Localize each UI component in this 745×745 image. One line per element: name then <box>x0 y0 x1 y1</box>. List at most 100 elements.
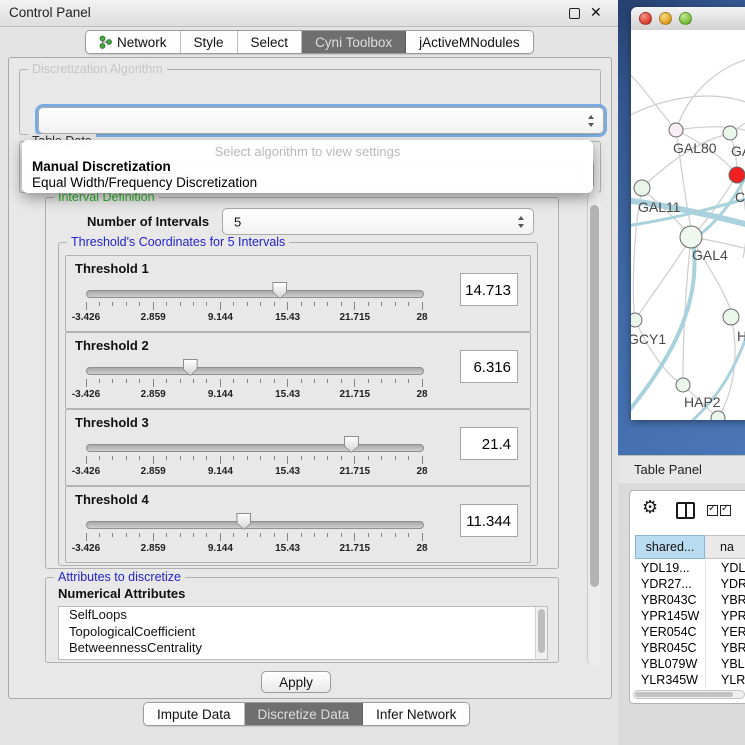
tab-impute-data[interactable]: Impute Data <box>144 703 245 725</box>
network-node-gal11[interactable] <box>634 180 650 196</box>
tab-discretize-data[interactable]: Discretize Data <box>245 703 364 725</box>
algorithm-option-equal-width-frequency-discretization[interactable]: Equal Width/Frequency Discretization <box>32 175 257 190</box>
tick-label: 21.715 <box>340 312 371 323</box>
settings-scrollbar[interactable] <box>587 191 601 665</box>
close-traffic-light-icon[interactable] <box>639 12 652 25</box>
tab-infer-network[interactable]: Infer Network <box>363 703 469 725</box>
group-title-discretization-algorithm: Discretization Algorithm <box>28 62 167 76</box>
combo-arrows-icon <box>518 216 525 228</box>
checkbox-icon[interactable] <box>707 505 718 516</box>
table-row[interactable]: YBR043CYBR0 <box>635 593 745 609</box>
table-row[interactable]: YPR145WYPR1 <box>635 609 745 625</box>
settings-scrollbar-thumb[interactable] <box>590 205 599 587</box>
num-intervals-combo[interactable]: 5 <box>222 208 534 235</box>
tab-label: jActiveMNodules <box>419 35 520 50</box>
gear-icon[interactable]: ⚙ <box>642 497 658 518</box>
table-hscrollbar-thumb[interactable] <box>635 692 733 697</box>
slider-track[interactable] <box>86 290 424 298</box>
tick-label: 2.859 <box>141 312 166 323</box>
cell-shared-name: YDR27... <box>635 577 705 593</box>
tab-select[interactable]: Select <box>238 31 303 53</box>
network-edge <box>676 58 745 130</box>
table-hscrollbar[interactable] <box>633 690 745 699</box>
tab-cyni-toolbox[interactable]: Cyni Toolbox <box>302 31 406 53</box>
node-label: GCY1 <box>631 331 666 347</box>
algorithm-option-manual-discretization[interactable]: Manual Discretization <box>32 159 171 174</box>
threshold-panel-4: Threshold 4-3.4262.8599.14415.4321.71528… <box>65 486 531 563</box>
tab-style[interactable]: Style <box>181 31 238 53</box>
slider-track[interactable] <box>86 521 424 529</box>
interval-definition-group: Interval Definition Number of Intervals … <box>45 197 559 569</box>
tick-label: 2.859 <box>141 389 166 400</box>
threshold-label: Threshold 1 <box>75 261 149 276</box>
list-scrollbar[interactable] <box>535 607 547 659</box>
network-edge <box>631 96 745 118</box>
tick-label: 15.43 <box>275 466 300 477</box>
list-item-betweennesscentrality[interactable]: BetweennessCentrality <box>59 640 547 657</box>
bottom-tab-bar: Impute DataDiscretize DataInfer Network <box>143 702 470 726</box>
table-row[interactable]: YDR27...YDR2 <box>635 577 745 593</box>
network-node-gal4[interactable] <box>680 226 702 248</box>
apply-button[interactable]: Apply <box>261 671 331 693</box>
float-window-icon[interactable] <box>569 8 580 19</box>
cell-shared-name: YBR043C <box>635 593 705 609</box>
control-panel-window: Control Panel ✕ NetworkStyleSelectCyni T… <box>0 0 619 745</box>
slider-tick-labels: -3.4262.8599.14415.4321.71528 <box>80 389 430 401</box>
network-node[interactable] <box>711 411 725 420</box>
threshold-value-field[interactable]: 11.344 <box>460 504 518 537</box>
network-graph: GAL80GACGAL11GAL4GCY1HHAP2 <box>631 30 745 420</box>
node-label: HAP2 <box>684 394 721 410</box>
threshold-panel-3: Threshold 3-3.4262.8599.14415.4321.71528… <box>65 409 531 486</box>
node-label: C <box>735 189 745 205</box>
network-node-hap2[interactable] <box>676 378 690 392</box>
slider-track[interactable] <box>86 367 424 375</box>
column-header-na[interactable]: na <box>705 535 745 559</box>
table-row[interactable]: YDL19...YDL1 <box>635 561 745 577</box>
zoom-traffic-light-icon[interactable] <box>679 12 692 25</box>
column-header-shared[interactable]: shared... <box>635 535 705 559</box>
tick-label: -3.426 <box>72 543 100 554</box>
table-row[interactable]: YBR045CYBR0 <box>635 641 745 657</box>
list-scrollbar-thumb[interactable] <box>538 609 545 653</box>
tick-label: 15.43 <box>275 312 300 323</box>
network-node-ga[interactable] <box>723 126 737 140</box>
group-title-thresholds: Threshold's Coordinates for 5 Intervals <box>67 235 289 249</box>
list-item-topologicalcoefficient[interactable]: TopologicalCoefficient <box>59 624 547 641</box>
slider-tick-labels: -3.4262.8599.14415.4321.71528 <box>80 543 430 555</box>
table-row[interactable]: YER054CYER0 <box>635 625 745 641</box>
checkbox-icon[interactable] <box>720 505 731 516</box>
cell-shared-name: YLR345W <box>635 673 705 689</box>
threshold-value-field[interactable]: 14.713 <box>460 273 518 306</box>
network-node-c[interactable] <box>729 167 745 183</box>
tick-label: -3.426 <box>72 466 100 477</box>
threshold-value-field[interactable]: 6.316 <box>460 350 518 383</box>
network-node-h[interactable] <box>723 309 739 325</box>
network-canvas[interactable]: GAL80GACGAL11GAL4GCY1HHAP2 <box>631 30 745 420</box>
table-panel-title: Table Panel <box>634 462 702 477</box>
tick-label: 9.144 <box>208 312 233 323</box>
slider-ticks <box>80 379 430 387</box>
threshold-value-field[interactable]: 21.4 <box>460 427 518 460</box>
table-row[interactable]: YBL079WYBL0 <box>635 657 745 673</box>
table-panel-card: ⚙ shared...na YDL19...YDL1YDR27...YDR2YB… <box>629 490 745 704</box>
columns-icon[interactable] <box>676 502 695 519</box>
algorithm-combo[interactable] <box>38 107 604 134</box>
tick-label: 15.43 <box>275 543 300 554</box>
tick-label: 9.144 <box>208 543 233 554</box>
cell-name: YBR0 <box>705 641 745 657</box>
minimize-traffic-light-icon[interactable] <box>659 12 672 25</box>
tab-network[interactable]: Network <box>86 31 181 53</box>
tab-label: Network <box>117 35 167 50</box>
close-icon[interactable]: ✕ <box>590 4 602 21</box>
numerical-attributes-list[interactable]: SelfLoopsTopologicalCoefficientBetweenne… <box>58 606 548 660</box>
table-row[interactable]: YLR345WYLR3 <box>635 673 745 689</box>
list-item-selfloops[interactable]: SelfLoops <box>59 607 547 624</box>
node-label: H <box>737 328 745 344</box>
slider-track[interactable] <box>86 444 424 452</box>
network-node-gal80[interactable] <box>669 123 683 137</box>
cell-name: YLR3 <box>705 673 745 689</box>
network-node-gcy1[interactable] <box>631 313 642 327</box>
tab-jactivemnodules[interactable]: jActiveMNodules <box>406 31 533 53</box>
group-title-attributes: Attributes to discretize <box>54 570 185 584</box>
node-label: GAL80 <box>673 140 717 156</box>
